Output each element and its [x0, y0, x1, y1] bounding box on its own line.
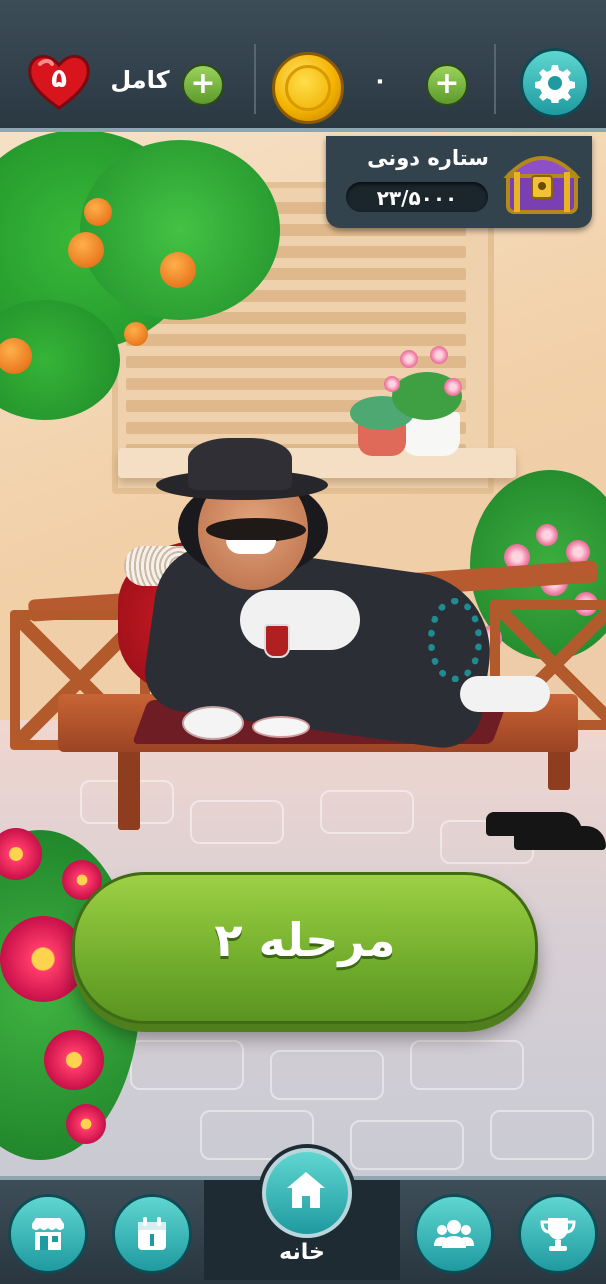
nav-shop-button[interactable] [8, 1194, 88, 1274]
star-panel-title: ستاره دونی [367, 146, 489, 170]
trophy-icon [540, 1218, 576, 1251]
star-progress-panel[interactable]: ستاره دونی ۲۳/۵۰۰۰ [326, 136, 592, 228]
saucer [252, 716, 310, 738]
star-progress-text: ۲۳/۵۰۰۰ [376, 186, 458, 210]
sugar-bowl [182, 706, 244, 740]
calendar-icon [138, 1217, 166, 1250]
nav-friends-button[interactable] [414, 1194, 494, 1274]
lives-count: ۵ [51, 64, 67, 94]
settings-button[interactable] [520, 48, 590, 118]
add-lives-button[interactable]: + [182, 64, 224, 106]
nav-leaderboard-button[interactable] [518, 1194, 598, 1274]
nav-home-label: خانه [279, 1240, 325, 1265]
home-icon [287, 1172, 325, 1208]
tea-glass [264, 624, 290, 658]
shop-icon [32, 1218, 64, 1250]
prayer-beads [428, 598, 482, 682]
window-ledge [118, 448, 516, 478]
friends-icon [434, 1220, 474, 1248]
nav-calendar-button[interactable] [112, 1194, 192, 1274]
shoe [514, 826, 606, 850]
lives-status: کامل [110, 66, 170, 94]
treasure-chest-icon [503, 156, 581, 214]
coin-icon [272, 52, 344, 124]
level-label: مرحله ۲ [214, 913, 396, 967]
level-play-button[interactable]: مرحله ۲ [72, 872, 538, 1024]
add-coins-button[interactable]: + [426, 64, 468, 106]
coin-count: ۰ [372, 66, 388, 94]
nav-home-button[interactable] [262, 1148, 352, 1238]
gear-icon [535, 65, 575, 103]
